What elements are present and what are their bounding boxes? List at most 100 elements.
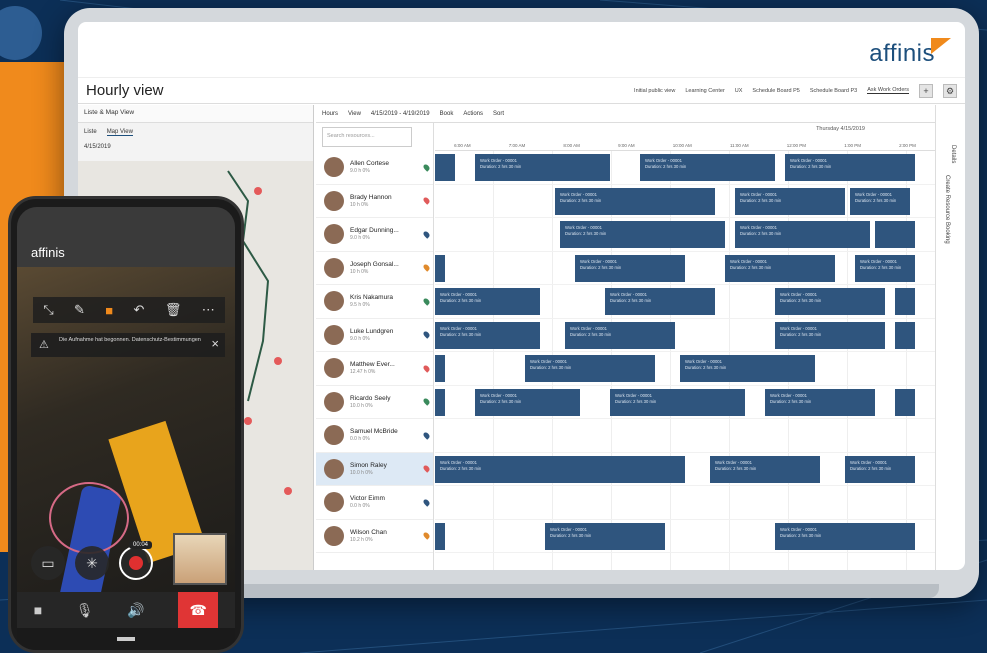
work-order-booking[interactable]: Work Order - 00001 Duration: 2 hrs 30 min bbox=[640, 154, 775, 181]
work-order-booking[interactable]: Work Order - 00001 Duration: 2 hrs 30 min bbox=[775, 321, 885, 349]
sort-dropdown[interactable]: Sort bbox=[493, 111, 504, 117]
work-order-booking[interactable]: Work Order - 00001 Duration: 2 hrs 30 min bbox=[435, 321, 540, 349]
resource-row[interactable]: Joseph Gonsal... 10 h 0% bbox=[316, 252, 433, 285]
work-order-booking[interactable]: Work Order - 00001 Duration: 2 hrs 30 min bbox=[785, 154, 915, 181]
resource-row[interactable]: Allen Cortese 9.0 h 0% bbox=[316, 151, 433, 185]
avatar bbox=[324, 291, 344, 312]
map-pin-icon bbox=[422, 364, 431, 373]
tab-liste[interactable]: Liste bbox=[84, 129, 97, 136]
home-indicator[interactable] bbox=[117, 637, 135, 641]
work-order-booking[interactable]: Work Order - 00001 Duration: 2 hrs 30 min bbox=[680, 355, 815, 382]
map-pin-icon bbox=[422, 196, 431, 205]
resource-row[interactable]: Ricardo Seely 10.0 h 0% bbox=[316, 386, 433, 419]
nav-ask-work-orders[interactable]: Ask Work Orders bbox=[867, 87, 909, 94]
work-order-booking[interactable]: Work Order - 00001 Duration: 2 hrs 30 min bbox=[775, 522, 915, 550]
schedule-board: Hours View 4/15/2019 - 4/19/2019 Book Ac… bbox=[316, 105, 935, 570]
work-order-booking[interactable] bbox=[435, 522, 445, 550]
map-pin-icon bbox=[422, 464, 431, 473]
work-order-booking[interactable] bbox=[895, 288, 915, 315]
work-order-booking[interactable]: Work Order - 00001 Duration: 2 hrs 30 min bbox=[475, 154, 610, 181]
add-tab-button[interactable]: + bbox=[919, 83, 933, 98]
booking-lane: Work Order - 00001 Duration: 2 hrs 30 min… bbox=[435, 319, 935, 352]
hour-label: 11:00 AM bbox=[729, 143, 749, 148]
settings-button[interactable]: ⚙ bbox=[943, 83, 957, 98]
work-order-booking[interactable]: Work Order - 00001 Duration: 2 hrs 30 min bbox=[525, 355, 655, 382]
resource-name: Wilson Chan bbox=[350, 528, 387, 536]
resource-row[interactable]: Kris Nakamura 9.5 h 0% bbox=[316, 285, 433, 319]
color-swatch-icon[interactable]: ■ bbox=[105, 303, 113, 318]
work-order-booking[interactable]: Work Order - 00001 Duration: 2 hrs 30 min bbox=[555, 187, 715, 215]
work-order-booking[interactable]: Work Order - 00001 Duration: 2 hrs 30 min bbox=[435, 288, 540, 315]
effects-icon[interactable]: ✳ bbox=[75, 546, 109, 580]
booking-grid: Work Order - 00001 Duration: 2 hrs 30 min… bbox=[435, 151, 935, 570]
work-order-booking[interactable]: Work Order - 00001 Duration: 2 hrs 30 min bbox=[775, 288, 885, 315]
work-order-booking[interactable]: Work Order - 00001 Duration: 2 hrs 30 min bbox=[845, 455, 915, 483]
work-order-booking[interactable] bbox=[875, 221, 915, 248]
work-order-booking[interactable]: Work Order - 00001 Duration: 2 hrs 30 min bbox=[725, 254, 835, 282]
work-order-booking[interactable] bbox=[435, 355, 445, 382]
create-resource-booking-label[interactable]: Create Resource Booking bbox=[944, 175, 950, 244]
work-order-booking[interactable]: Work Order - 00001 Duration: 2 hrs 30 min bbox=[545, 522, 665, 550]
date-range[interactable]: 4/15/2019 - 4/19/2019 bbox=[371, 111, 430, 117]
work-order-booking[interactable]: Work Order - 00001 Duration: 2 hrs 30 min bbox=[565, 321, 675, 349]
work-order-booking[interactable]: Work Order - 00001 Duration: 2 hrs 30 min bbox=[850, 187, 910, 215]
resource-row[interactable]: Edgar Dunning... 9.0 h 0% bbox=[316, 218, 433, 252]
resource-capacity: 9.5 h 0% bbox=[350, 302, 370, 309]
view-toggle[interactable]: View bbox=[348, 111, 361, 117]
resource-row[interactable]: Samuel McBride 0.0 h 0% bbox=[316, 419, 433, 453]
work-order-booking[interactable] bbox=[895, 321, 915, 349]
work-order-booking[interactable]: Work Order - 00001 Duration: 2 hrs 30 min bbox=[710, 455, 820, 483]
resource-capacity: 12.47 h 0% bbox=[350, 369, 376, 376]
resource-row[interactable]: Wilson Chan 10.2 h 0% bbox=[316, 520, 433, 553]
avatar bbox=[324, 525, 344, 546]
details-panel[interactable]: Details Create Resource Booking bbox=[935, 105, 965, 570]
microphone-icon[interactable]: 🎙 bbox=[76, 602, 94, 619]
chat-icon[interactable]: ▭ bbox=[31, 546, 65, 580]
speaker-icon[interactable]: 🔊 bbox=[127, 602, 144, 619]
more-icon[interactable]: ⋯ bbox=[202, 302, 215, 318]
work-order-booking[interactable] bbox=[435, 154, 455, 181]
work-order-booking[interactable] bbox=[895, 388, 915, 416]
nav-ux[interactable]: UX bbox=[735, 88, 743, 94]
resource-search-input[interactable]: Search resources... bbox=[322, 127, 412, 147]
work-order-booking[interactable]: Work Order - 00001 Duration: 2 hrs 30 min bbox=[610, 388, 745, 416]
record-button[interactable] bbox=[119, 546, 153, 580]
resource-row[interactable]: Simon Raley 10.0 h 0% bbox=[316, 452, 433, 486]
close-icon[interactable]: × bbox=[211, 336, 219, 351]
map-date[interactable]: 4/15/2019 bbox=[78, 142, 313, 160]
work-order-booking[interactable]: Work Order - 00001 Duration: 2 hrs 30 min bbox=[475, 388, 580, 416]
nav-schedule-board-p3[interactable]: Schedule Board P3 bbox=[810, 88, 857, 94]
resource-row[interactable]: Luke Lundgren 9.0 h 0% bbox=[316, 319, 433, 352]
annotation-toolbar: ⤡ ✎ ■ ↶ 🗑 ⋯ bbox=[33, 297, 225, 323]
tab-map-view[interactable]: Map View bbox=[106, 129, 133, 136]
resource-row[interactable]: Matthew Ever... 12.47 h 0% bbox=[316, 352, 433, 386]
booking-lane: Work Order - 00001 Duration: 2 hrs 30 min… bbox=[435, 285, 935, 319]
work-order-booking[interactable]: Work Order - 00001 Duration: 2 hrs 30 min bbox=[560, 221, 725, 248]
nav-learning-center[interactable]: Learning Center bbox=[685, 88, 724, 94]
resource-row[interactable]: Victor Eimm 0.0 h 0% bbox=[316, 486, 433, 520]
work-order-booking[interactable]: Work Order - 00001 Duration: 2 hrs 30 min bbox=[575, 254, 685, 282]
nav-schedule-board-p5[interactable]: Schedule Board P5 bbox=[752, 88, 799, 94]
work-order-booking[interactable]: Work Order - 00001 Duration: 2 hrs 30 min bbox=[605, 288, 715, 315]
delete-icon[interactable]: 🗑 bbox=[165, 302, 182, 318]
shrink-icon[interactable]: ⤡ bbox=[43, 302, 53, 318]
work-order-booking[interactable] bbox=[435, 388, 445, 416]
resource-capacity: 0.0 h 0% bbox=[350, 436, 370, 443]
work-order-booking[interactable]: Work Order - 00001 Duration: 2 hrs 30 min bbox=[765, 388, 875, 416]
nav-initial-public-view[interactable]: Initial public view bbox=[634, 88, 675, 94]
actions-dropdown[interactable]: Actions bbox=[463, 111, 483, 117]
work-order-booking[interactable]: Work Order - 00001 Duration: 2 hrs 30 min bbox=[735, 221, 870, 248]
hang-up-button[interactable]: ☎ bbox=[178, 592, 219, 628]
work-order-booking[interactable]: Work Order - 00001 Duration: 2 hrs 30 min bbox=[435, 455, 685, 483]
work-order-booking[interactable]: Work Order - 00001 Duration: 2 hrs 30 min bbox=[855, 254, 915, 282]
work-order-booking[interactable]: Work Order - 00001 Duration: 2 hrs 30 min bbox=[735, 187, 845, 215]
work-order-booking[interactable] bbox=[435, 254, 445, 282]
pen-icon[interactable]: ✎ bbox=[74, 302, 85, 318]
resource-row[interactable]: Brady Hannon 10 h 0% bbox=[316, 185, 433, 218]
map-pin-icon bbox=[422, 330, 431, 339]
book-button[interactable]: Book bbox=[440, 111, 454, 117]
resource-capacity: 9.0 h 0% bbox=[350, 335, 370, 342]
hours-dropdown[interactable]: Hours bbox=[322, 111, 338, 117]
video-camera-icon[interactable]: ■ bbox=[34, 602, 42, 618]
undo-icon[interactable]: ↶ bbox=[134, 302, 145, 318]
